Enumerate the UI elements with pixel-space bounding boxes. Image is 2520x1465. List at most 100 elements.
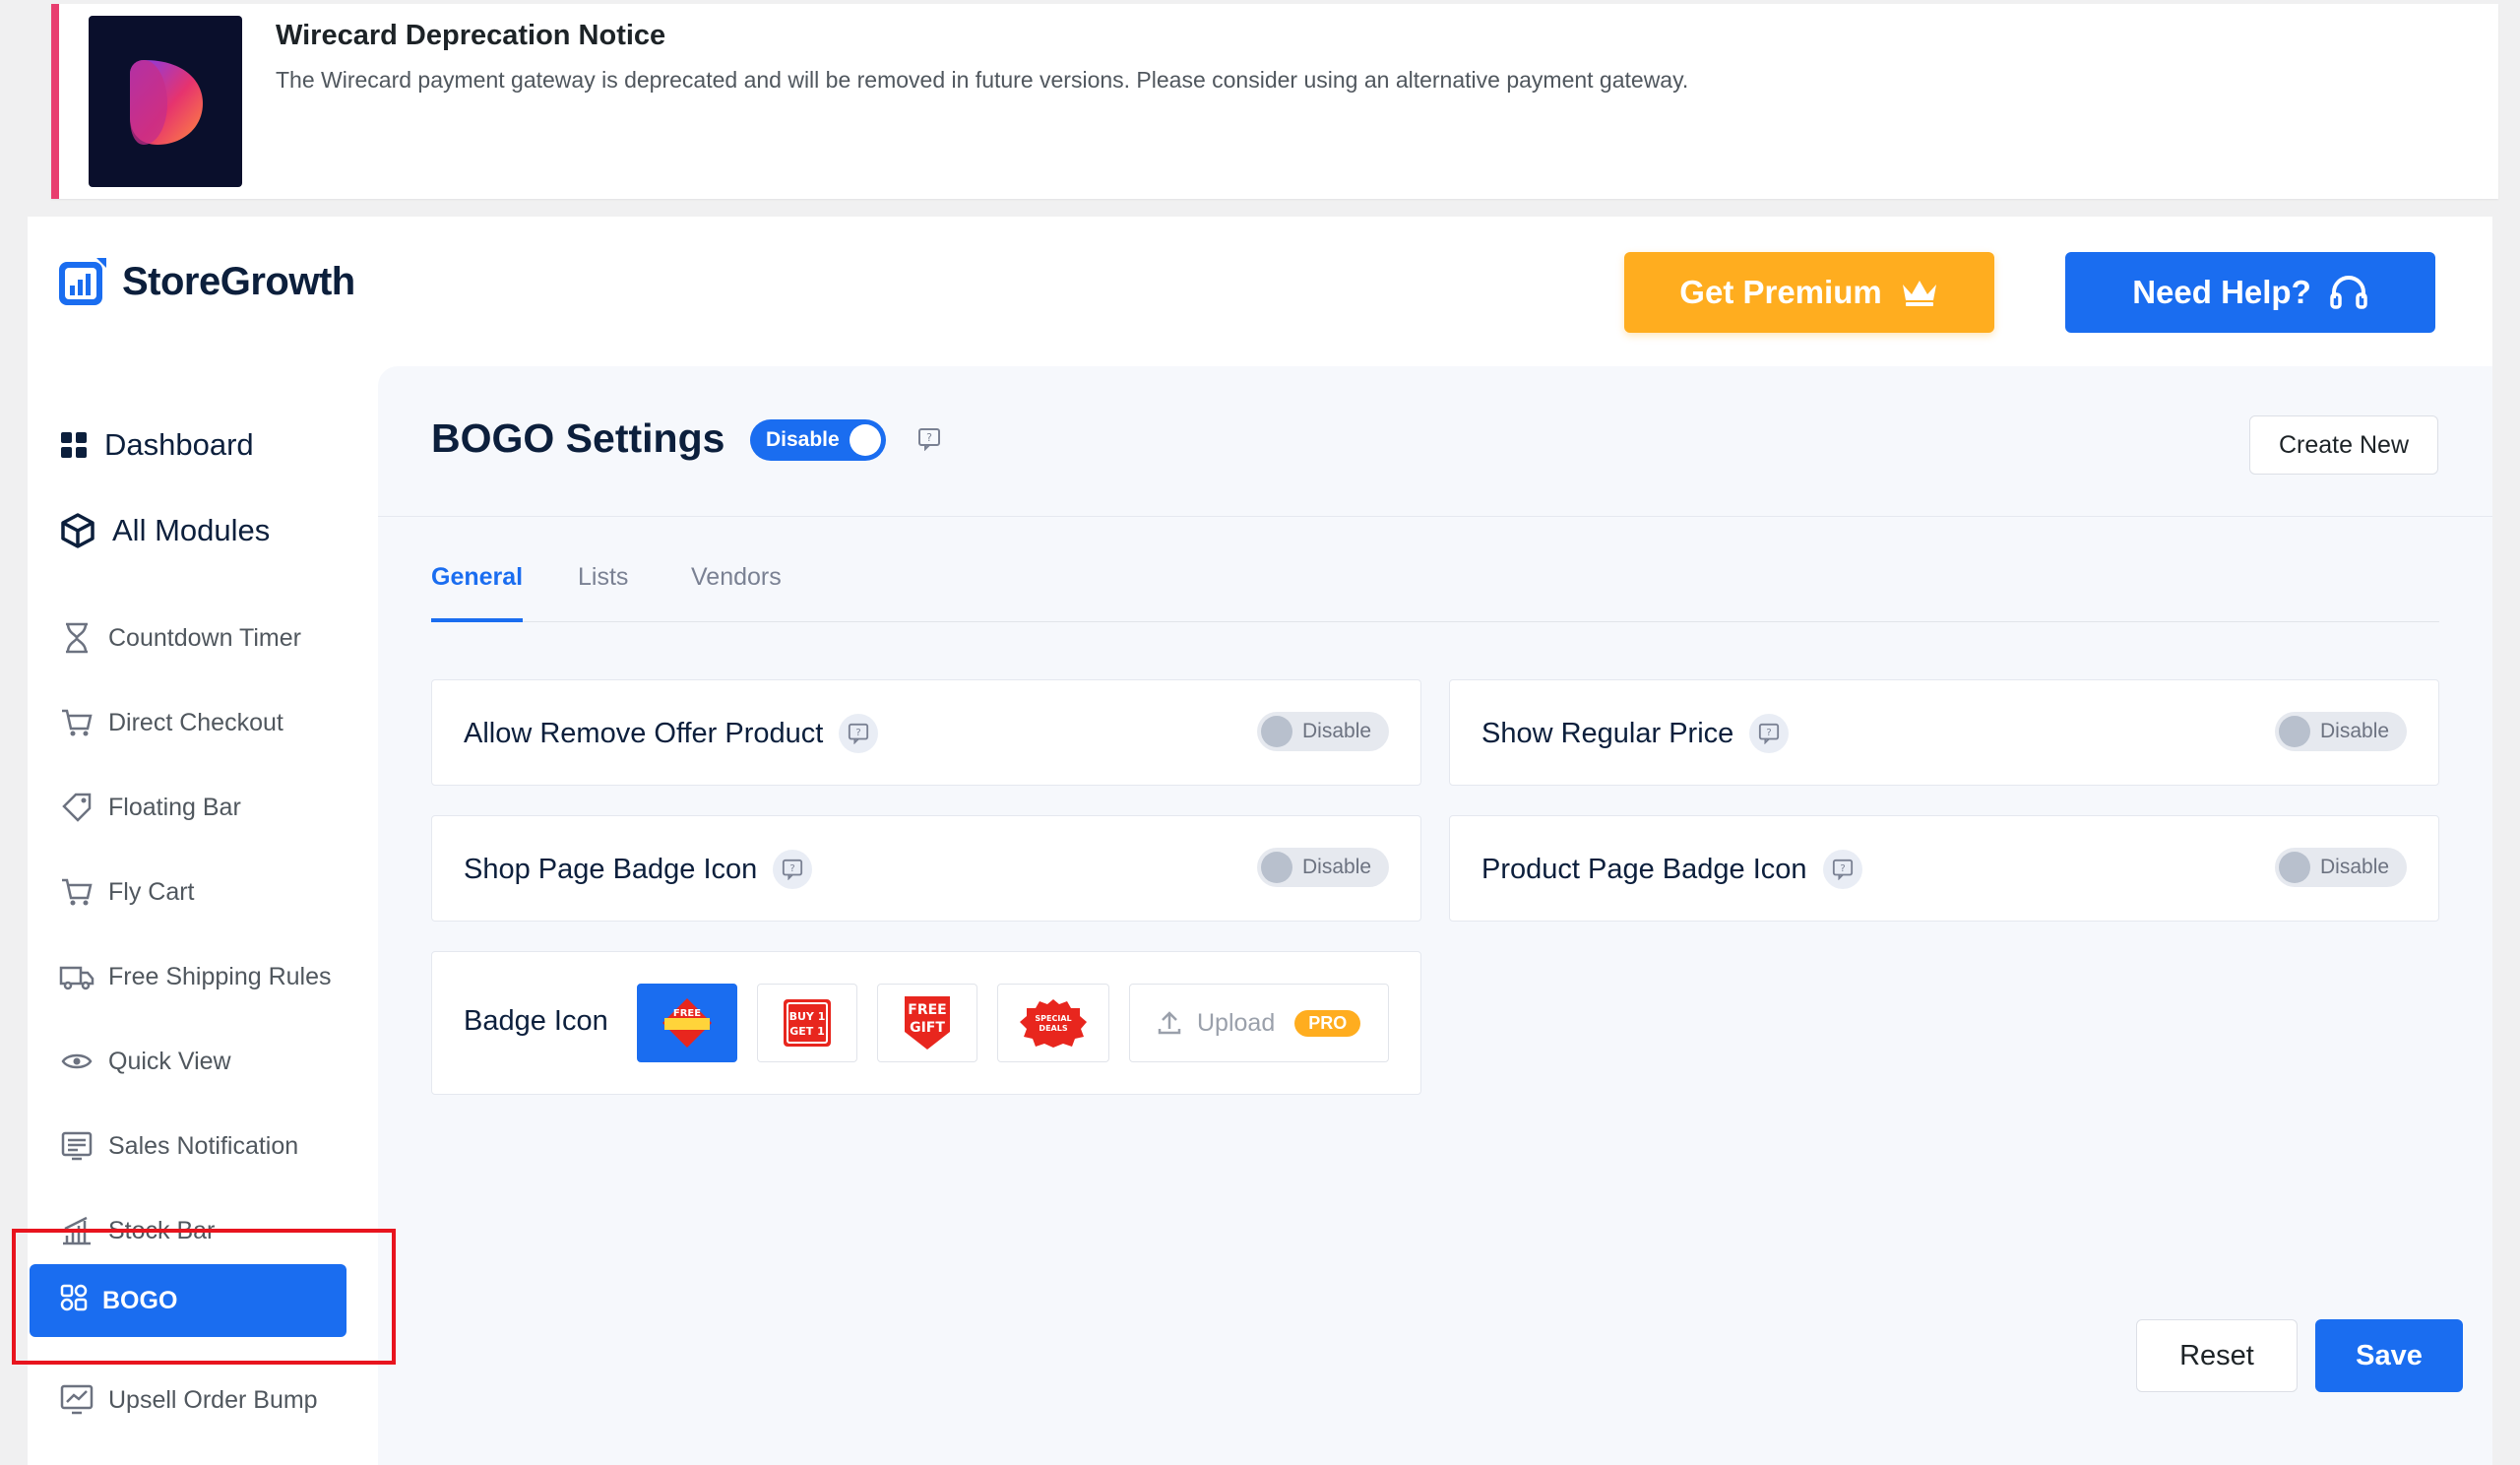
cart-icon bbox=[59, 874, 94, 910]
help-icon[interactable]: ? bbox=[773, 850, 813, 889]
reset-button[interactable]: Reset bbox=[2136, 1319, 2298, 1392]
badge-option-buy1-get1[interactable]: BUY 1 GET 1 bbox=[757, 984, 857, 1062]
special-deals-badge-icon: SPECIAL DEALS bbox=[1020, 999, 1087, 1048]
badge-option-text: FREE bbox=[673, 1008, 701, 1019]
tab-general[interactable]: General bbox=[431, 563, 524, 622]
pro-badge: PRO bbox=[1294, 1009, 1361, 1037]
page-title: BOGO Settings bbox=[431, 415, 725, 461]
setting-allow-remove-offer-product: Allow Remove Offer Product ? Disable bbox=[431, 679, 1421, 786]
notice-title: Wirecard Deprecation Notice bbox=[276, 20, 666, 51]
brand-name: StoreGrowth bbox=[122, 259, 355, 303]
setting-label: Allow Remove Offer Product ? bbox=[464, 714, 879, 753]
tab-lists[interactable]: Lists bbox=[578, 563, 628, 622]
badge-option-text: DEALS bbox=[1039, 1024, 1067, 1033]
badge-upload-button[interactable]: Upload PRO bbox=[1129, 984, 1389, 1062]
svg-text:?: ? bbox=[926, 431, 932, 444]
badge-option-free-gift[interactable]: FREE GIFT bbox=[877, 984, 977, 1062]
sidebar-item-quick-view[interactable]: Quick View bbox=[59, 1040, 231, 1083]
setting-label: Badge Icon bbox=[464, 1005, 608, 1037]
svg-text:?: ? bbox=[856, 728, 861, 738]
svg-text:?: ? bbox=[1767, 728, 1772, 738]
nav-all-modules-label: All Modules bbox=[112, 513, 271, 547]
toggle-state-label: Disable bbox=[1302, 720, 1372, 742]
show-regular-price-toggle[interactable]: Disable bbox=[2275, 712, 2407, 751]
setting-label-text: Product Page Badge Icon bbox=[1481, 853, 1807, 885]
allow-remove-toggle[interactable]: Disable bbox=[1257, 712, 1389, 751]
badge-option-text: GET 1 bbox=[789, 1025, 825, 1038]
badge-option-text: BUY 1 bbox=[789, 1010, 826, 1023]
setting-show-regular-price: Show Regular Price ? Disable bbox=[1449, 679, 2439, 786]
sidebar-item-label: Upsell Order Bump bbox=[108, 1385, 318, 1414]
module-status-toggle[interactable]: Disable bbox=[750, 419, 886, 461]
toggle-knob bbox=[1261, 716, 1292, 747]
free-badge-icon: FREE bbox=[662, 998, 712, 1048]
upload-label: Upload bbox=[1197, 1008, 1276, 1037]
sidebar-item-sales-notification[interactable]: Sales Notification bbox=[59, 1124, 298, 1168]
sidebar-item-upsell-order-bump[interactable]: Upsell Order Bump bbox=[59, 1378, 318, 1422]
badge-option-text: GIFT bbox=[910, 1020, 945, 1036]
crown-icon bbox=[1902, 281, 1936, 306]
main-panel: BOGO Settings Disable ? Create New Gener… bbox=[378, 366, 2492, 1465]
setting-label-text: Shop Page Badge Icon bbox=[464, 853, 758, 885]
setting-label: Shop Page Badge Icon ? bbox=[464, 850, 813, 889]
sidebar-item-countdown-timer[interactable]: Countdown Timer bbox=[59, 616, 301, 660]
help-icon[interactable]: ? bbox=[1749, 714, 1790, 753]
nav-all-modules[interactable]: All Modules bbox=[59, 512, 270, 549]
sidebar-item-label: Floating Bar bbox=[108, 793, 241, 821]
get-premium-label: Get Premium bbox=[1679, 274, 1882, 310]
notification-icon bbox=[59, 1128, 94, 1164]
nav-dashboard[interactable]: Dashboard bbox=[59, 427, 254, 463]
create-new-button[interactable]: Create New bbox=[2249, 415, 2438, 475]
tab-bar: General Lists Vendors bbox=[431, 563, 2439, 622]
help-icon[interactable]: ? bbox=[839, 714, 879, 753]
sidebar-item-floating-bar[interactable]: Floating Bar bbox=[59, 786, 241, 829]
help-icon[interactable]: ? bbox=[1822, 850, 1862, 889]
shop-badge-toggle[interactable]: Disable bbox=[1257, 848, 1389, 887]
sidebar-item-label: Sales Notification bbox=[108, 1131, 299, 1160]
truck-icon bbox=[59, 959, 94, 994]
app-shell: StoreGrowth Get Premium Need Help? Dashb… bbox=[12, 217, 2492, 1465]
toggle-state-label: Disable bbox=[1302, 856, 1372, 878]
svg-text:?: ? bbox=[1840, 863, 1845, 874]
setting-shop-page-badge-icon: Shop Page Badge Icon ? Disable bbox=[431, 815, 1421, 922]
storegrowth-logo-icon bbox=[59, 258, 106, 305]
need-help-label: Need Help? bbox=[2132, 274, 2311, 310]
toggle-state-label: Disable bbox=[2320, 856, 2390, 878]
setting-product-page-badge-icon: Product Page Badge Icon ? Disable bbox=[1449, 815, 2439, 922]
brand-logo[interactable]: StoreGrowth bbox=[57, 256, 355, 307]
badge-option-free[interactable]: FREE bbox=[637, 984, 737, 1062]
tag-icon bbox=[59, 790, 94, 825]
sidebar-item-free-shipping-rules[interactable]: Free Shipping Rules bbox=[59, 955, 332, 998]
product-badge-toggle[interactable]: Disable bbox=[2275, 848, 2407, 887]
sidebar-item-fly-cart[interactable]: Fly Cart bbox=[59, 870, 195, 914]
dashboard-icon bbox=[61, 432, 87, 458]
deprecation-notice: Wirecard Deprecation Notice The Wirecard… bbox=[51, 4, 2498, 199]
badge-option-text: FREE bbox=[908, 1002, 946, 1018]
sidebar-item-label: Quick View bbox=[108, 1047, 231, 1075]
free-gift-badge-icon: FREE GIFT bbox=[905, 996, 950, 1050]
chart-up-icon bbox=[59, 1382, 94, 1418]
setting-label: Show Regular Price ? bbox=[1481, 714, 1790, 753]
save-button[interactable]: Save bbox=[2315, 1319, 2463, 1392]
sidebar-item-label: Countdown Timer bbox=[108, 623, 301, 652]
nav-dashboard-label: Dashboard bbox=[104, 427, 254, 462]
plugin-logo bbox=[89, 16, 242, 187]
hourglass-icon bbox=[59, 620, 94, 656]
setting-label-text: Show Regular Price bbox=[1481, 717, 1734, 749]
sidebar-item-label: Free Shipping Rules bbox=[108, 962, 332, 990]
cube-icon bbox=[61, 513, 94, 548]
toggle-knob bbox=[2279, 852, 2310, 883]
need-help-button[interactable]: Need Help? bbox=[2065, 252, 2435, 333]
highlight-box bbox=[12, 1229, 396, 1365]
toggle-knob bbox=[850, 424, 881, 456]
tab-vendors[interactable]: Vendors bbox=[691, 563, 782, 622]
sidebar-item-direct-checkout[interactable]: Direct Checkout bbox=[59, 701, 284, 744]
notice-text: The Wirecard payment gateway is deprecat… bbox=[276, 67, 1689, 93]
sidebar-item-label: Fly Cart bbox=[108, 877, 195, 906]
header-divider bbox=[378, 516, 2492, 517]
cart-icon bbox=[59, 705, 94, 740]
get-premium-button[interactable]: Get Premium bbox=[1624, 252, 1994, 333]
setting-label: Product Page Badge Icon ? bbox=[1481, 850, 1862, 889]
help-icon[interactable]: ? bbox=[917, 427, 941, 456]
badge-option-special-deals[interactable]: SPECIAL DEALS bbox=[997, 984, 1109, 1062]
